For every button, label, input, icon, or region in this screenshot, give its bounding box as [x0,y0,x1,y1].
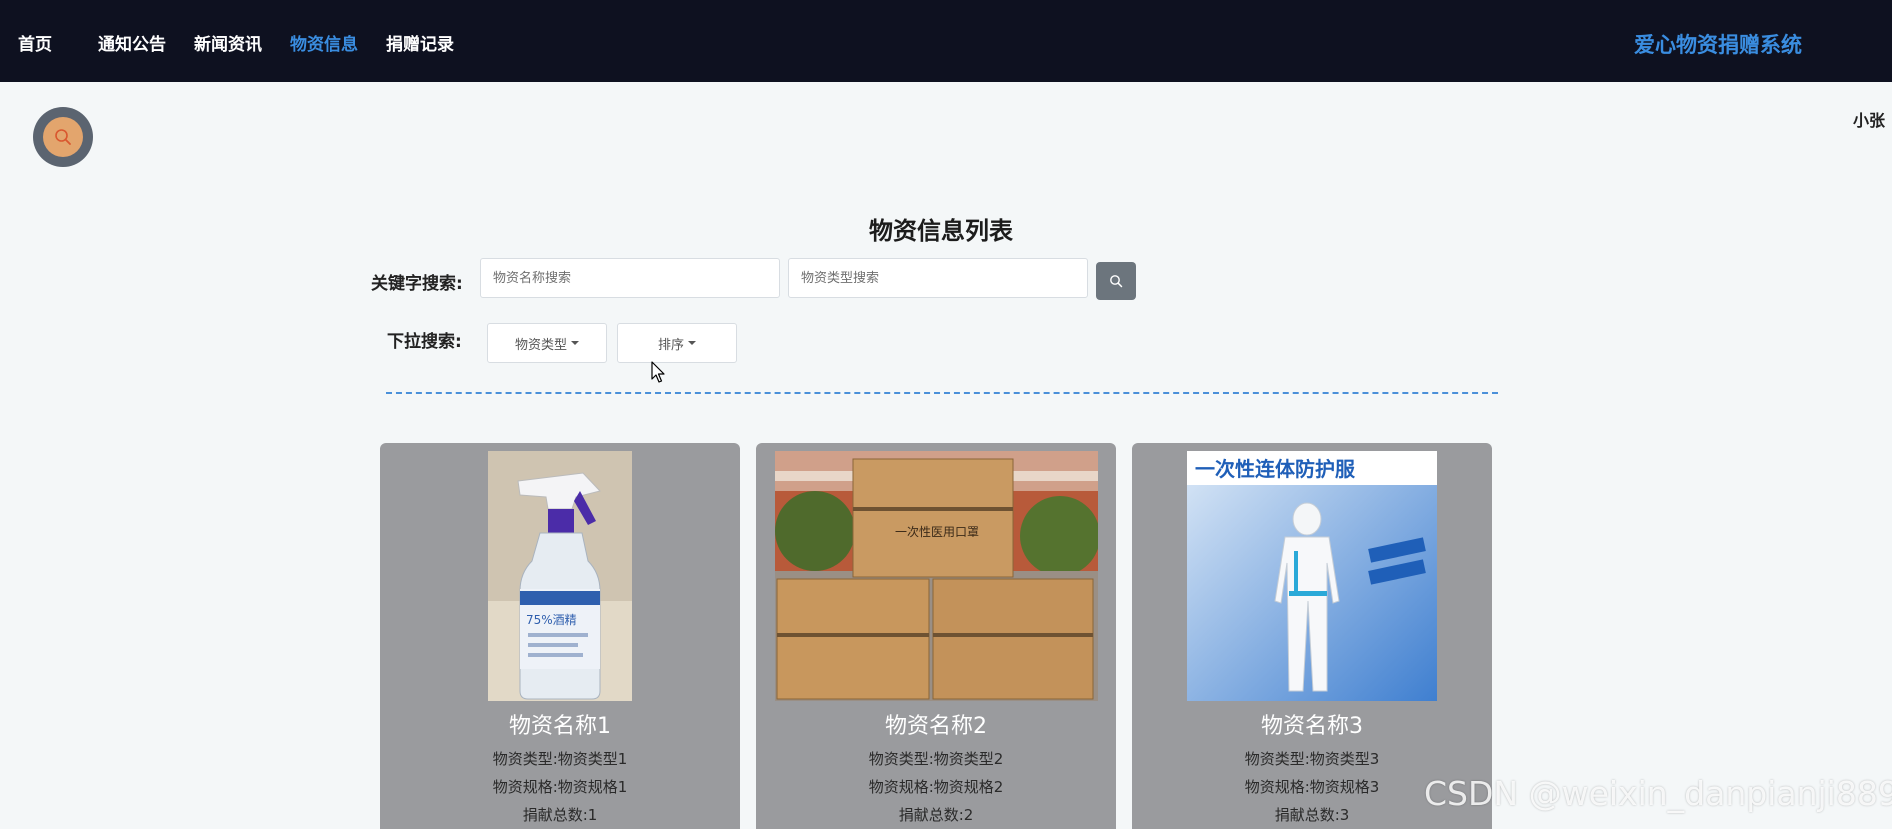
caret-down-icon [688,341,696,345]
page-title: 物资信息列表 [869,217,1013,245]
supply-type-dropdown[interactable]: 物资类型 [487,323,607,363]
suit-headline-text: 一次性连体防护服 [1195,457,1356,481]
supply-image: 一次性医用口罩 [775,451,1098,701]
sort-dropdown-label: 排序 [657,337,684,353]
nav-item-supplies[interactable]: 物资信息 [290,30,358,55]
supply-card[interactable]: 75%酒精 物资名称1 物资类型:物资类型1 物资规格:物资规格1 捐献总数:1 [380,443,740,829]
search-button[interactable] [1096,262,1136,300]
supply-name-search-input[interactable] [480,258,780,298]
supply-total: 捐献总数:2 [898,806,974,824]
user-avatar[interactable] [33,107,93,167]
nav-item-donation-records[interactable]: 捐赠记录 [386,30,454,55]
box-label-text: 一次性医用口罩 [895,525,979,539]
keyword-search-label: 关键字搜索: [371,274,463,294]
supply-name: 物资名称3 [1261,714,1363,739]
dropdown-search-label: 下拉搜索: [387,332,462,352]
supply-card[interactable]: 一次性连体防护服 物资名称3 物资类型:物资类型3 物资规格:物资规格3 捐献总… [1132,443,1492,829]
nav-item-news[interactable]: 新闻资讯 [194,30,262,55]
supply-type: 物资类型:物资类型2 [868,750,1004,768]
supply-image: 一次性连体防护服 [1187,451,1437,701]
sort-dropdown[interactable]: 排序 [617,323,737,363]
supply-name: 物资名称2 [885,714,987,739]
supply-type: 物资类型:物资类型1 [492,750,628,768]
dashed-divider [386,392,1498,394]
supply-card[interactable]: 一次性医用口罩 物资名称2 物资类型:物资类型2 物资规格:物资规格2 捐献总数… [756,443,1116,829]
supply-type-dropdown-label: 物资类型 [514,337,567,353]
site-brand: 爱心物资捐赠系统 [1634,33,1802,57]
nav-item-notices[interactable]: 通知公告 [98,30,166,55]
bottle-label-text: 75%酒精 [526,613,577,627]
top-nav-bar: 首页 通知公告 新闻资讯 物资信息 捐赠记录 爱心物资捐赠系统 [0,0,1892,82]
supply-type: 物资类型:物资类型3 [1244,750,1380,768]
nav-item-home[interactable]: 首页 [18,30,52,55]
supply-spec: 物资规格:物资规格2 [868,778,1004,796]
supply-spec: 物资规格:物资规格1 [492,778,628,796]
mouse-cursor-icon [651,361,665,383]
supply-total: 捐献总数:1 [522,806,598,824]
search-icon [1110,275,1123,288]
username[interactable]: 小张 [1853,107,1885,131]
supply-image: 75%酒精 [488,451,632,701]
search-icon [43,117,83,157]
supply-name: 物资名称1 [509,714,611,739]
supply-type-search-input[interactable] [788,258,1088,298]
caret-down-icon [571,341,579,345]
watermark: CSDN @weixin_danpianji889 [1424,774,1892,813]
